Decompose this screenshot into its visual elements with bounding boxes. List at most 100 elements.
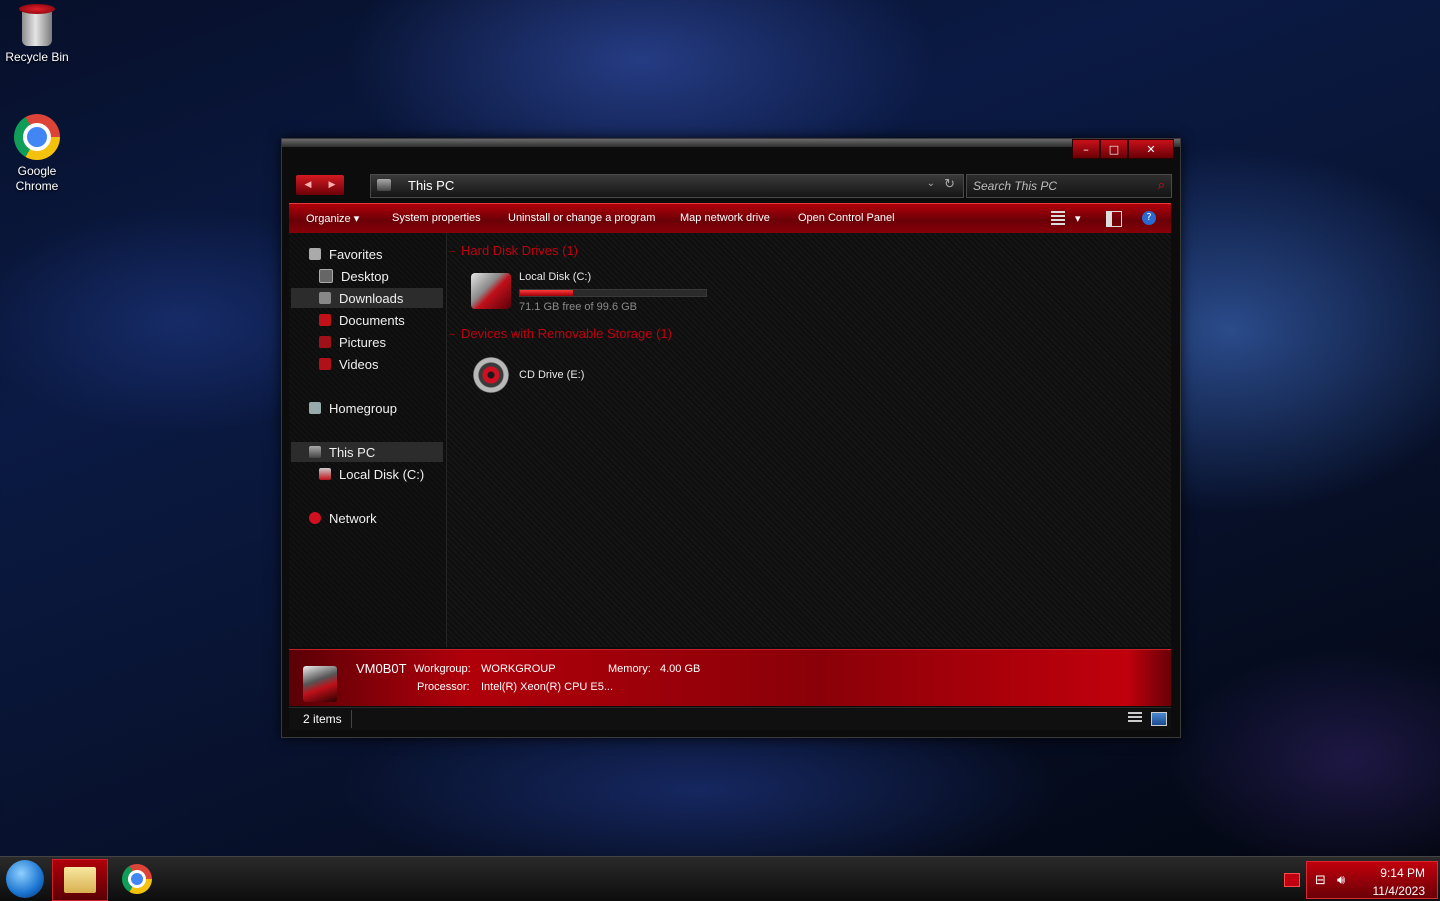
nav-homegroup-label: Homegroup [329,400,397,416]
favorites-star-icon [309,248,321,260]
organize-menu[interactable]: Organize ▾ [306,212,359,225]
workgroup-value: WORKGROUP [481,663,556,675]
memory-label: Memory: [608,663,651,675]
view-dropdown-icon[interactable]: ▾ [1075,212,1081,225]
nav-homegroup[interactable]: Homegroup [309,398,397,418]
nav-videos[interactable]: Videos [319,354,379,374]
nav-downloads[interactable]: Downloads [291,288,443,308]
recycle-bin-icon [19,4,55,46]
computer-icon [303,666,337,702]
title-bar[interactable] [282,139,1180,147]
preview-pane-icon[interactable] [1106,211,1122,227]
start-button[interactable] [6,860,44,898]
refresh-icon[interactable]: ↻ [944,177,955,192]
videos-folder-icon [319,358,331,370]
nav-desktop[interactable]: Desktop [319,266,389,286]
nav-downloads-label: Downloads [339,290,404,306]
clock[interactable]: 9:14 PM 11/4/2023 [1373,864,1426,900]
search-input[interactable] [973,178,1143,194]
nav-this-pc[interactable]: This PC [291,442,443,462]
desktop-icon-chrome[interactable]: Google Chrome [0,114,74,194]
nav-documents[interactable]: Documents [319,310,405,330]
nav-favorites-label: Favorites [329,246,383,262]
maximize-button[interactable]: □ [1100,139,1128,159]
taskbar-file-explorer[interactable] [52,859,108,901]
taskbar: ⊟ 🔊︎ 9:14 PM 11/4/2023 [0,856,1440,901]
cd-drive-icon [473,357,509,393]
nav-network-label: Network [329,510,377,526]
hard-drive-icon [471,273,511,309]
back-forward-buttons: ◀ ▶ [296,175,344,195]
group-hard-disk-drives[interactable]: Hard Disk Drives (1) [448,243,578,258]
nav-favorites[interactable]: Favorites [309,244,382,264]
recycle-bin-label: Recycle Bin [5,50,69,64]
nav-network[interactable]: Network [309,508,377,528]
desktop-folder-icon [319,269,333,283]
command-bar: Organize ▾ System properties Uninstall o… [289,203,1171,234]
chrome-label: Google Chrome [15,164,59,193]
close-button[interactable]: ✕ [1128,139,1174,159]
forward-button[interactable]: ▶ [329,180,336,190]
open-control-panel-button[interactable]: Open Control Panel [798,212,895,224]
processor-value: Intel(R) Xeon(R) CPU E5... [481,681,614,693]
nav-local-disk[interactable]: Local Disk (C:) [319,464,424,484]
address-text: This PC [408,178,455,193]
status-bar: 2 items [289,707,1171,730]
drive-c-usage-bar [519,289,707,297]
network-tray-icon[interactable]: ⊟ [1315,873,1326,888]
chrome-taskbar-icon [122,864,152,894]
group-removable-storage[interactable]: Devices with Removable Storage (1) [449,326,672,341]
clock-date: 11/4/2023 [1372,884,1426,898]
workgroup-label: Workgroup: [414,663,471,675]
nav-desktop-label: Desktop [341,268,389,284]
search-box: ⌕ [966,174,1172,198]
this-pc-nav-icon [309,446,321,458]
item-count: 2 items [303,712,342,726]
drive-c-free-space: 71.1 GB free of 99.6 GB [519,301,638,313]
nav-videos-label: Videos [339,356,379,372]
content-area: Favorites Desktop Downloads Documents Pi… [289,233,1171,647]
drive-c-usage-fill [520,290,574,296]
large-icons-view-icon[interactable] [1151,712,1167,726]
nav-pictures[interactable]: Pictures [319,332,386,352]
minimize-button[interactable]: – [1072,139,1100,159]
nav-documents-label: Documents [339,312,405,328]
clock-time: 9:14 PM [1380,866,1425,880]
navigation-pane: Favorites Desktop Downloads Documents Pi… [289,233,447,647]
navigation-row: ◀ ▶ This PC ⌄ ↻ ⌕ [294,173,1172,199]
action-center-flag-icon[interactable] [1284,873,1300,887]
main-pane: Hard Disk Drives (1) Local Disk (C:) 71.… [447,233,1171,647]
details-pane: VM0B0T Workgroup: WORKGROUP Memory: 4.00… [289,649,1171,706]
processor-label: Processor: [417,681,470,693]
desktop-icon-recycle-bin[interactable]: Recycle Bin [0,4,74,64]
taskbar-chrome[interactable] [110,859,164,899]
local-disk-icon [319,468,331,480]
system-tray: ⊟ 🔊︎ 9:14 PM 11/4/2023 [1306,861,1438,899]
uninstall-program-button[interactable]: Uninstall or change a program [508,212,655,224]
downloads-folder-icon [319,292,331,304]
network-icon [309,512,321,524]
volume-icon[interactable]: 🔊︎ [1337,873,1345,888]
address-dropdown-icon[interactable]: ⌄ [927,178,935,189]
details-view-icon[interactable] [1128,712,1142,724]
address-bar[interactable]: This PC ⌄ ↻ [370,174,964,198]
nav-local-disk-label: Local Disk (C:) [339,466,425,482]
drive-e-name: CD Drive (E:) [519,369,585,381]
search-icon[interactable]: ⌕ [1158,178,1165,193]
chrome-icon [14,114,60,160]
nav-this-pc-label: This PC [329,444,376,460]
homegroup-icon [309,402,321,414]
drive-c-name: Local Disk (C:) [519,271,592,283]
system-properties-button[interactable]: System properties [392,212,481,224]
window-controls: – □ ✕ [1072,139,1174,159]
change-view-icon[interactable] [1051,211,1065,225]
map-network-drive-button[interactable]: Map network drive [680,212,770,224]
back-button[interactable]: ◀ [305,180,312,190]
pictures-folder-icon [319,336,331,348]
memory-value: 4.00 GB [660,663,701,675]
this-pc-icon [377,179,391,191]
help-icon[interactable]: ? [1142,211,1156,225]
documents-folder-icon [319,314,331,326]
explorer-window: – □ ✕ ◀ ▶ This PC ⌄ ↻ ⌕ Organize ▾ Syste… [281,138,1181,738]
status-separator [351,710,352,728]
